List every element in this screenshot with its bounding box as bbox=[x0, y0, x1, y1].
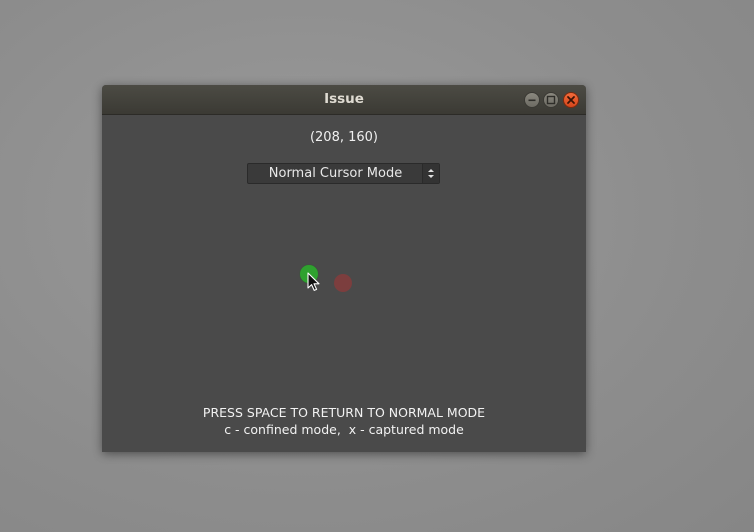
cursor-mode-selected-value: Normal Cursor Mode bbox=[268, 166, 403, 181]
window-content[interactable]: (208, 160) Normal Cursor Mode PRESS SPAC… bbox=[102, 115, 586, 452]
cursor-position-label: (208, 160) bbox=[309, 130, 379, 145]
app-window: Issue (208, 160) Normal Cursor Mode PRES… bbox=[102, 85, 586, 452]
instructions: PRESS SPACE TO RETURN TO NORMAL MODE c -… bbox=[102, 404, 586, 438]
window-title: Issue bbox=[324, 91, 364, 107]
cursor-mode-select[interactable]: Normal Cursor Mode bbox=[247, 163, 440, 184]
minimize-button[interactable] bbox=[524, 92, 540, 108]
maximize-button[interactable] bbox=[543, 92, 559, 108]
select-arrow[interactable] bbox=[422, 164, 439, 183]
target-dot-red bbox=[334, 274, 352, 292]
minimize-icon bbox=[528, 99, 536, 102]
updown-arrows-icon bbox=[428, 169, 434, 178]
instructions-line-1: PRESS SPACE TO RETURN TO NORMAL MODE bbox=[202, 405, 486, 420]
title-bar[interactable]: Issue bbox=[102, 85, 586, 115]
mouse-pointer-icon bbox=[307, 272, 320, 291]
maximize-icon bbox=[546, 95, 556, 105]
instructions-line-2: c - confined mode, x - captured mode bbox=[224, 422, 464, 437]
close-button[interactable] bbox=[563, 92, 579, 108]
close-icon bbox=[567, 96, 575, 104]
